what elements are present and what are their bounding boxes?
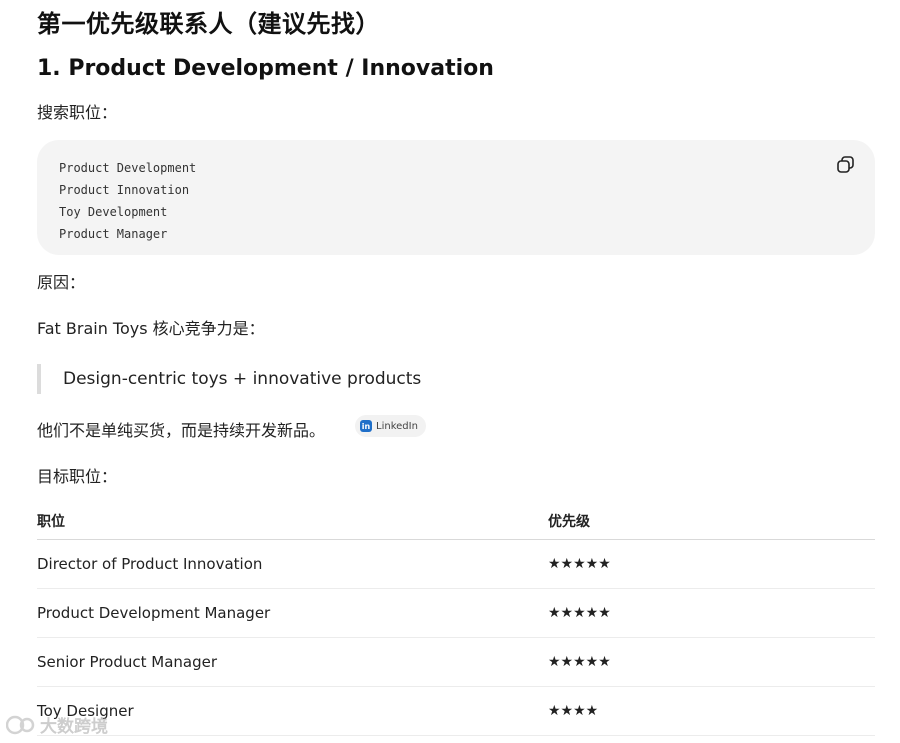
table-header-row: 职位 优先级 xyxy=(37,502,875,540)
core-text: Fat Brain Toys 核心竞争力是： xyxy=(37,319,265,338)
blockquote: Design-centric toys + innovative product… xyxy=(37,364,421,394)
column-header-priority: 优先级 xyxy=(548,502,875,540)
linkedin-icon: in xyxy=(360,420,372,432)
position-title: Product Development Manager xyxy=(37,588,548,638)
watermark-text: 大数跨境 xyxy=(40,717,108,737)
section-heading: 1. Product Development / Innovation xyxy=(37,56,494,81)
code-line: Toy Development xyxy=(59,205,168,219)
table-row: Director of Product Innovation ★★★★★ xyxy=(37,539,875,589)
source-chip-linkedin[interactable]: in LinkedIn xyxy=(355,415,426,437)
copy-button[interactable] xyxy=(835,154,857,176)
watermark: 大数跨境 xyxy=(6,712,108,737)
code-block: Product Development Product Innovation T… xyxy=(37,140,875,255)
copy-icon xyxy=(837,156,854,173)
code-line: Product Development xyxy=(59,161,197,175)
code-lines: Product Development Product Innovation T… xyxy=(59,157,196,245)
source-chip-label: LinkedIn xyxy=(376,420,418,432)
table-row: Senior Product Manager ★★★★★ xyxy=(37,637,875,687)
target-label: 目标职位： xyxy=(37,467,118,486)
priority-stars: ★★★★ xyxy=(548,686,875,736)
reason-label: 原因： xyxy=(37,273,86,292)
code-line: Product Innovation xyxy=(59,183,190,197)
watermark-logo-icon xyxy=(6,715,35,734)
column-header-position: 职位 xyxy=(37,502,548,540)
table-row: Toy Designer ★★★★ xyxy=(37,686,875,736)
position-title: Director of Product Innovation xyxy=(37,539,548,589)
priority-stars: ★★★★★ xyxy=(548,637,875,687)
search-label: 搜索职位： xyxy=(37,103,118,122)
table-row: Product Development Manager ★★★★★ xyxy=(37,588,875,638)
page-title: 第一优先级联系人（建议先找） xyxy=(37,10,380,38)
statement-text: 他们不是单纯买货，而是持续开发新品。 xyxy=(37,421,326,440)
code-line: Product Manager xyxy=(59,227,168,241)
target-positions-table: 职位 优先级 Director of Product Innovation ★★… xyxy=(37,502,875,736)
position-title: Toy Designer xyxy=(37,686,548,736)
position-title: Senior Product Manager xyxy=(37,637,548,687)
priority-stars: ★★★★★ xyxy=(548,539,875,589)
priority-stars: ★★★★★ xyxy=(548,588,875,638)
